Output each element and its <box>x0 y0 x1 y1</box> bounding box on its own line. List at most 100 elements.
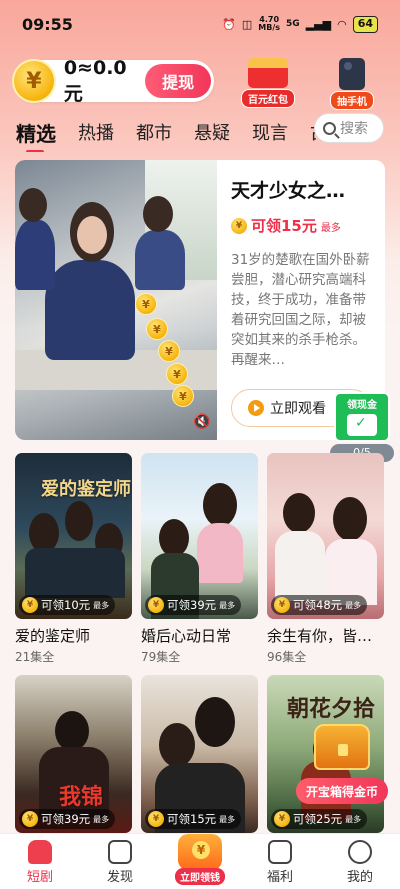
gold-coin-icon: ¥ <box>166 363 188 385</box>
cover-figure <box>65 501 93 541</box>
tab-modern-romance[interactable]: 现言 <box>252 119 288 145</box>
featured-poster[interactable]: ¥ ¥ ¥ ¥ ¥ 🔇 <box>15 160 217 440</box>
coin-icon: ¥ <box>274 597 290 613</box>
poster-student-main <box>45 260 135 360</box>
reward-amount: 可领25元 <box>293 812 343 826</box>
reward-amount: 可领39元 <box>167 598 217 612</box>
reward-amount: 可领15元 <box>251 217 317 235</box>
status-icons: ⏰ ◫ 4.70 MB/s 5G ▂▄▆ ◠ 64 <box>222 15 378 33</box>
cover-figure <box>159 519 189 557</box>
drama-card[interactable]: ¥ 可领39元 最多 婚后心动日常 79集全 <box>141 453 258 665</box>
nav-claim-money[interactable]: 立即领钱 <box>160 834 240 889</box>
reward-amount: 可领15元 <box>167 812 217 826</box>
reward-suffix: 最多 <box>345 814 362 824</box>
drama-cover: ¥ 可领39元 最多 <box>141 453 258 619</box>
drama-card[interactable]: 爱的鉴定师 ¥ 可领10元 最多 爱的鉴定师 21集全 <box>15 453 132 665</box>
alarm-icon: ⏰ <box>222 17 236 31</box>
cover-figure <box>159 723 195 767</box>
cash-check-icon <box>347 414 377 436</box>
phone-lottery-entry[interactable]: 抽手机 <box>324 58 380 110</box>
reward-badge: ¥ 可领48元 最多 <box>271 595 368 615</box>
gold-coin-icon: ¥ <box>172 385 194 407</box>
play-icon <box>248 400 264 416</box>
gold-coin-icon: ¥ <box>12 59 56 103</box>
status-time: 09:55 <box>22 14 73 34</box>
nav-short-drama[interactable]: 短剧 <box>0 834 80 889</box>
nav-label: 短剧 <box>26 870 53 885</box>
reward-suffix: 最多 <box>93 600 110 610</box>
search-placeholder: 搜索 <box>340 121 368 137</box>
drama-episodes: 21集全 <box>15 650 55 664</box>
watch-now-label: 立即观看 <box>270 401 326 417</box>
treasure-chest-icon <box>314 724 370 770</box>
nav-label: 我的 <box>346 870 373 885</box>
reward-amount: 可领39元 <box>41 812 91 826</box>
tab-hot[interactable]: 热播 <box>78 119 114 145</box>
tab-suspense[interactable]: 悬疑 <box>194 119 230 145</box>
search-input[interactable]: 搜索 <box>314 113 384 143</box>
drama-episodes: 96集全 <box>267 650 307 664</box>
nav-label: 立即领钱 <box>175 868 225 885</box>
nfc-icon: ◫ <box>241 17 253 31</box>
poster-student-face <box>77 216 107 254</box>
red-packet-icon <box>248 58 288 88</box>
cover-figure <box>333 497 367 541</box>
play-square-icon <box>108 840 132 864</box>
poster-student-right <box>135 230 185 290</box>
nav-discover[interactable]: 发现 <box>80 834 160 889</box>
cover-figure <box>275 531 325 601</box>
mute-icon[interactable]: 🔇 <box>193 414 210 430</box>
cover-figure <box>197 523 243 583</box>
cash-reward-widget[interactable]: 领现金 0/5 <box>330 392 394 462</box>
net-speed-unit: MB/s <box>258 23 281 32</box>
money-bag-icon <box>178 834 222 870</box>
reward-badge: ¥ 可领25元 最多 <box>271 809 368 829</box>
cover-figure <box>55 711 89 751</box>
tab-featured[interactable]: 精选 <box>16 118 56 152</box>
coin-icon: ¥ <box>22 597 38 613</box>
poster-student-left-head <box>19 188 47 222</box>
tab-urban[interactable]: 都市 <box>136 119 172 145</box>
drama-name: 爱的鉴定师 <box>15 627 91 645</box>
drama-name: 余生有你，皆… <box>267 627 373 645</box>
phone-label: 抽手机 <box>330 91 374 110</box>
reward-badge: ¥ 可领10元 最多 <box>19 595 116 615</box>
redpack-entry[interactable]: 百元红包 <box>240 58 296 108</box>
featured-info: 天才少女之… ¥ 可领15元 最多 31岁的楚歌在国外卧薪尝胆，潜心研究高端科技… <box>231 176 377 370</box>
cover-title: 爱的鉴定师 <box>41 479 131 500</box>
nav-label: 福利 <box>266 870 293 885</box>
open-chest-button[interactable]: 开宝箱得金币 <box>296 778 388 804</box>
reward-badge: ¥ 可领15元 最多 <box>145 809 242 829</box>
gold-coin-icon: ¥ <box>146 318 168 340</box>
redpack-label: 百元红包 <box>241 89 295 108</box>
coin-balance-pill[interactable]: ¥ 0≈0.0元 提现 <box>12 57 214 105</box>
drama-card[interactable]: ¥ 可领15元 最多 <box>141 675 258 833</box>
drama-card[interactable]: ¥ 可领48元 最多 余生有你，皆… 96集全 <box>267 453 384 665</box>
cover-title: 我锦 <box>59 785 104 810</box>
poster-student-right-head <box>143 196 173 232</box>
cover-figure <box>29 513 59 553</box>
treasure-chest-widget[interactable]: 开宝箱得金币 <box>296 724 388 808</box>
status-bar: 09:55 ⏰ ◫ 4.70 MB/s 5G ▂▄▆ ◠ 64 <box>0 0 400 48</box>
cash-box-icon: 领现金 <box>334 392 390 442</box>
cash-label: 领现金 <box>347 400 377 411</box>
coin-balance: 0≈0.0元 <box>63 56 127 105</box>
home-icon <box>28 840 52 864</box>
coin-icon: ¥ <box>231 217 247 234</box>
gold-coin-icon: ¥ <box>135 293 157 315</box>
nav-welfare[interactable]: 福利 <box>240 834 320 889</box>
drama-card[interactable]: 我锦 ¥ 可领39元 最多 <box>15 675 132 833</box>
drama-cover: 爱的鉴定师 ¥ 可领10元 最多 <box>15 453 132 619</box>
wifi-icon: ◠ <box>337 17 347 31</box>
drama-cover: ¥ 可领48元 最多 <box>267 453 384 619</box>
cover-figure <box>283 493 315 533</box>
gift-icon <box>268 840 292 864</box>
nav-mine[interactable]: 我的 <box>320 834 400 889</box>
coin-icon: ¥ <box>148 811 164 827</box>
net-speed: 4.70 MB/s <box>258 16 280 32</box>
reward-badge: ¥ 可领39元 最多 <box>145 595 242 615</box>
withdraw-button[interactable]: 提现 <box>145 64 211 98</box>
cover-figure <box>203 483 237 527</box>
reward-suffix: 最多 <box>93 814 110 824</box>
featured-title: 天才少女之… <box>231 180 346 202</box>
